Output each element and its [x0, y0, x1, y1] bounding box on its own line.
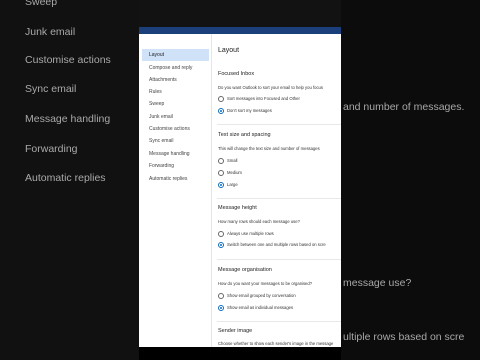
bg-item-message-handling: Message handling: [25, 113, 111, 125]
sender-image-question: Choose whether to show each sender's ima…: [218, 341, 334, 346]
option-label: Show email as individual messages: [227, 305, 294, 310]
radio-large[interactable]: [218, 182, 224, 188]
bg-right-line-2: message use?: [343, 277, 412, 289]
app-header-strip: [139, 27, 341, 34]
nav-item-junk-email[interactable]: Junk email: [142, 111, 209, 123]
nav-item-rules[interactable]: Rules: [142, 86, 209, 98]
bottom-bar: [139, 347, 341, 360]
app-top-bar: [139, 0, 341, 27]
bg-item-sweep: Sweep: [25, 0, 58, 8]
nav-item-compose-and-reply[interactable]: Compose and reply: [142, 62, 209, 74]
section-divider: [217, 321, 341, 322]
radio-small[interactable]: [218, 158, 224, 164]
bg-right-line-3: ultiple rows based on scre: [343, 331, 465, 343]
background-right-pane: and number of messages. message use? ult…: [341, 0, 480, 360]
bg-item-forwarding: Forwarding: [25, 143, 78, 155]
sender-image-heading: Sender image: [218, 328, 253, 334]
option-label: Sort messages into Focused and Other: [227, 96, 300, 101]
radio-dont-sort[interactable]: [218, 108, 224, 114]
option-label: Small: [227, 158, 238, 163]
bg-item-automatic-replies: Automatic replies: [25, 172, 106, 184]
nav-item-attachments[interactable]: Attachments: [142, 74, 209, 86]
nav-item-layout[interactable]: Layout: [142, 49, 209, 61]
option-label: Always use multiple rows: [227, 231, 274, 236]
bg-item-sync-email: Sync email: [25, 83, 77, 95]
nav-item-sync-email[interactable]: Sync email: [142, 135, 209, 147]
nav-item-customise-actions[interactable]: Customise actions: [142, 123, 209, 135]
section-divider: [217, 198, 341, 199]
option-label: Large: [227, 182, 238, 187]
option-label: Don't sort my messages: [227, 108, 272, 113]
section-divider: [217, 259, 341, 260]
bg-item-customise-actions: Customise actions: [25, 54, 111, 66]
nav-item-message-handling[interactable]: Message handling: [142, 148, 209, 160]
radio-multiple-rows[interactable]: [218, 231, 224, 237]
radio-medium[interactable]: [218, 170, 224, 176]
radio-individual-messages[interactable]: [218, 305, 224, 311]
bg-item-junk-email: Junk email: [25, 26, 76, 38]
radio-switch-rows[interactable]: [218, 242, 224, 248]
nav-item-forwarding[interactable]: Forwarding: [142, 160, 209, 172]
message-height-heading: Message height: [218, 205, 257, 211]
nav-item-sweep[interactable]: Sweep: [142, 98, 209, 110]
message-organisation-question: How do you want your messages to be orga…: [218, 281, 313, 286]
message-height-question: How many rows should each message use?: [218, 219, 300, 224]
option-label: Switch between one and multiple rows bas…: [227, 242, 326, 247]
radio-sort-focused-other[interactable]: [218, 96, 224, 102]
option-label: Medium: [227, 170, 242, 175]
focused-inbox-heading: Focused Inbox: [218, 71, 255, 77]
layout-settings-content: Layout Focused Inbox Do you want Outlook…: [217, 34, 341, 347]
message-organisation-heading: Message organisation: [218, 267, 272, 273]
nav-item-automatic-replies[interactable]: Automatic replies: [142, 173, 209, 185]
bg-right-line-1: and number of messages.: [343, 101, 465, 113]
settings-nav: Layout Compose and reply Attachments Rul…: [139, 34, 212, 347]
settings-dialog: Layout Compose and reply Attachments Rul…: [139, 34, 341, 347]
text-size-heading: Text size and spacing: [218, 132, 271, 138]
option-label: Show email grouped by conversation: [227, 293, 296, 298]
background-settings-list: Sweep Junk email Customise actions Sync …: [0, 0, 139, 360]
focused-inbox-question: Do you want Outlook to sort your email t…: [218, 85, 323, 90]
text-size-question: This will change the text size and numbe…: [218, 146, 320, 151]
page-title: Layout: [218, 47, 240, 54]
section-divider: [217, 124, 341, 125]
radio-grouped-conversation[interactable]: [218, 293, 224, 299]
